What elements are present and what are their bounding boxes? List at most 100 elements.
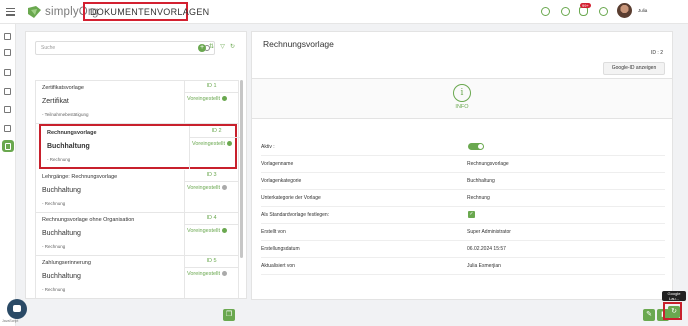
item-title: Lehrgänge: Rechnungsvorlage (42, 174, 118, 180)
top-bar: simplyOrg DOKUMENTENVORLAGEN 99+ Julia (0, 0, 688, 24)
field-row: Erstellungsdatum 06.02.2024 15:57 (261, 241, 665, 258)
field-label: Aktualisiert von (261, 263, 295, 269)
status-dot-icon (222, 185, 228, 191)
list-item[interactable]: Rechnungsvorlage ohne Organisation Buchh… (36, 213, 238, 256)
item-status: Voreingestellt (192, 141, 226, 147)
field-label: Erstellungsdatum (261, 246, 300, 252)
filter-icon[interactable]: ▽ (219, 44, 226, 51)
google-id-button[interactable]: Google-ID anzeigen (603, 62, 665, 75)
chat-icon[interactable] (7, 299, 27, 319)
list-scrollbar[interactable] (240, 80, 243, 258)
templates-icon[interactable] (2, 140, 14, 152)
list-item-selected[interactable]: Rechnungsvorlage Buchhaltung - Rechnung … (39, 124, 243, 169)
bell-icon[interactable] (579, 7, 588, 16)
page-title: DOKUMENTENVORLAGEN (83, 2, 209, 21)
help-icon[interactable] (599, 7, 608, 16)
field-value: Rechnung (467, 195, 490, 201)
building-icon[interactable] (4, 69, 11, 76)
item-status: Voreingestellt (187, 271, 221, 277)
field-value: 06.02.2024 15:57 (467, 246, 506, 252)
bottom-toolbar (16, 302, 688, 326)
copy-button[interactable]: ❐ (223, 309, 235, 321)
field-label: Unterkategorie der Vorlage (261, 195, 321, 201)
item-id: ID 3 (206, 172, 217, 178)
field-label: Vorlagenkategorie (261, 178, 302, 184)
status-dot-icon (227, 141, 233, 147)
field-row: Vorlagenname Rechnungsvorlage (261, 156, 665, 173)
item-subcategory: - Rechnung (42, 244, 66, 249)
sidebar (0, 24, 16, 326)
document-icon[interactable] (4, 88, 11, 95)
item-subcategory: - Rechnung (42, 201, 66, 206)
field-row: Aktualisiert von Julia Esmerjian (261, 258, 665, 275)
active-row: Aktiv : (261, 139, 665, 156)
field-label: Vorlagenname (261, 161, 294, 167)
item-status: Voreingestellt (187, 185, 221, 191)
item-id: ID 1 (206, 83, 217, 89)
status-dot-icon (222, 271, 228, 277)
info-circle-icon: i (453, 84, 471, 102)
template-detail-panel: Rechnungsvorlage ID : 2 Google-ID anzeig… (251, 31, 673, 300)
avatar[interactable] (617, 3, 632, 18)
dashboard-icon[interactable] (4, 33, 11, 40)
field-value: Rechnungsvorlage (467, 161, 509, 167)
info-label: INFO (455, 104, 469, 110)
template-list-panel: Suche + ⇅ ▽ ↻ Zertifikatsvorlage Zertifi… (25, 31, 247, 299)
item-category: Buchhaltung (42, 273, 81, 280)
field-value: Super Administrator (467, 229, 511, 235)
field-row: Erstellt von Super Administrator (261, 224, 665, 241)
item-category: Buchhaltung (42, 230, 81, 237)
add-icon[interactable]: + (198, 44, 206, 52)
item-category: Zertifikat (42, 98, 69, 105)
menu-icon[interactable] (6, 8, 15, 16)
field-row: Unterkategorie der Vorlage Rechnung (261, 190, 665, 207)
item-subcategory: - Rechnung (42, 287, 66, 292)
book-icon[interactable] (4, 49, 11, 56)
list-item[interactable]: Lehrgänge: Rechnungsvorlage Buchhaltung … (36, 170, 238, 213)
item-subcategory: - Rechnung (47, 157, 71, 162)
logo-icon (28, 6, 41, 18)
info-section: i INFO (252, 79, 672, 119)
template-list: Zertifikatsvorlage Zertifikat - Teilnahm… (35, 80, 243, 298)
notification-badge: 99+ (580, 3, 591, 8)
sort-icon[interactable]: ⇅ (208, 44, 215, 51)
detail-title: Rechnungsvorlage (263, 39, 334, 49)
item-subcategory: - Teilnahmebestätigung (42, 112, 89, 117)
item-title: Rechnungsvorlage (47, 130, 97, 136)
item-category: Buchhaltung (47, 143, 90, 150)
status-dot-icon (222, 96, 228, 102)
active-toggle[interactable] (468, 143, 484, 150)
item-category: Buchhaltung (42, 187, 81, 194)
version-label: JavaScript (2, 319, 19, 323)
user-name[interactable]: Julia (638, 8, 647, 13)
item-id: ID 2 (211, 128, 222, 134)
field-label: Erstellt von (261, 229, 286, 235)
tooltip: Google Lau... (662, 291, 686, 301)
item-title: Rechnungsvorlage ohne Organisation (42, 217, 135, 223)
search-input[interactable]: Suche (35, 41, 215, 55)
item-id: ID 5 (206, 258, 217, 264)
item-title: Zertifikatsvorlage (42, 85, 84, 91)
search-placeholder: Suche (41, 45, 56, 51)
refresh-icon[interactable]: ↻ (229, 44, 236, 51)
default-template-checkbox[interactable]: ✓ (468, 211, 475, 218)
google-launch-highlight (663, 302, 682, 320)
info-icon[interactable] (561, 7, 570, 16)
megaphone-icon[interactable] (4, 106, 11, 113)
detail-id: ID : 2 (651, 50, 663, 56)
list-item[interactable]: Zertifikatsvorlage Zertifikat - Teilnahm… (36, 81, 238, 124)
item-title: Zahlungserinnerung (42, 260, 91, 266)
calendar-icon[interactable] (4, 125, 11, 132)
active-label: Aktiv : (261, 144, 275, 150)
edit-button[interactable]: ✎ (643, 309, 655, 321)
field-row: Als Standardvorlage festlegen: ✓ (261, 207, 665, 224)
field-value: Buchhaltung (467, 178, 495, 184)
item-status: Voreingestellt (187, 96, 221, 102)
field-label: Als Standardvorlage festlegen: (261, 212, 330, 218)
field-row: Vorlagenkategorie Buchhaltung (261, 173, 665, 190)
status-dot-icon (222, 228, 228, 234)
lightbulb-icon[interactable] (541, 7, 550, 16)
list-item[interactable]: Zahlungserinnerung Buchhaltung - Rechnun… (36, 256, 238, 298)
item-status: Voreingestellt (187, 228, 221, 234)
field-value: Julia Esmerjian (467, 263, 501, 269)
